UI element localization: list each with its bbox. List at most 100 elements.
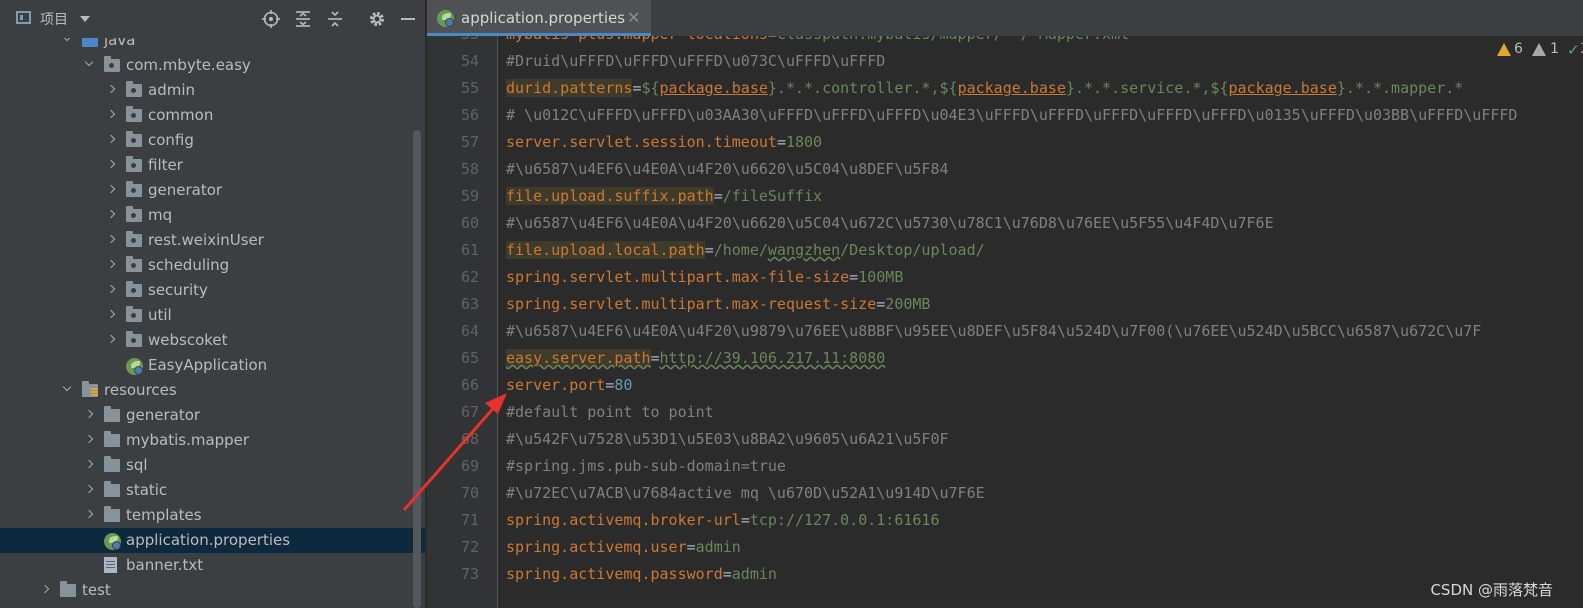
- line-number: 68: [460, 430, 479, 448]
- package-dot: [131, 263, 136, 268]
- tree-item-test[interactable]: test: [0, 578, 425, 603]
- chevron-down-icon[interactable]: [84, 57, 94, 67]
- tree-item-com-mbyte-easy[interactable]: com.mbyte.easy: [0, 53, 425, 78]
- code-line[interactable]: 66 server.port=80: [427, 372, 1583, 399]
- line-number: 66: [460, 376, 479, 394]
- chevron-right-icon[interactable]: [106, 184, 116, 194]
- code-line[interactable]: 56 # \u012C\uFFFD\uFFFD\u03AA30\uFFFD\uFF…: [427, 102, 1583, 129]
- code-line[interactable]: 65 easy.server.path=http://39.106.217.11:…: [427, 345, 1583, 372]
- chevron-right-icon[interactable]: [84, 459, 94, 469]
- code-token: =: [740, 511, 750, 529]
- code-token: /Desktop/upload/: [840, 241, 985, 259]
- collapse-all-icon[interactable]: [325, 9, 345, 29]
- chevron-right-icon[interactable]: [40, 584, 50, 594]
- inspection-widget[interactable]: 6 1 ✓ 3: [1453, 41, 1583, 61]
- code-content: server.port=80: [506, 372, 632, 399]
- code-line[interactable]: 63 spring.servlet.multipart.max-request-s…: [427, 291, 1583, 318]
- code-token: /fileSuffix: [722, 187, 823, 205]
- chevron-right-icon[interactable]: [106, 334, 116, 344]
- tree-item-admin[interactable]: admin: [0, 78, 425, 103]
- chevron-right-icon[interactable]: [84, 509, 94, 519]
- code-line[interactable]: 55 durid.patterns=${package.base}.*.*.con…: [427, 75, 1583, 102]
- code-line[interactable]: 59 file.upload.suffix.path=/fileSuffix: [427, 183, 1583, 210]
- editor-tab-bar: application.properties ✕: [427, 0, 1583, 36]
- code-line[interactable]: 58 #\u6587\u4EF6\u4E0A\u4F20\u6620\u5C04\…: [427, 156, 1583, 183]
- tree-item-label: generator: [126, 406, 201, 424]
- chevron-right-icon[interactable]: [106, 284, 116, 294]
- chevron-right-icon[interactable]: [106, 84, 116, 94]
- chevron-right-icon[interactable]: [106, 234, 116, 244]
- tree-item-mq[interactable]: mq: [0, 203, 425, 228]
- tree-item-common[interactable]: common: [0, 103, 425, 128]
- tree-item-generator[interactable]: generator: [0, 403, 425, 428]
- package-icon: [126, 281, 142, 297]
- code-line[interactable]: 64 #\u6587\u4EF6\u4E0A\u4F20\u9879\u76EE\…: [427, 318, 1583, 345]
- code-token: 80: [614, 376, 633, 394]
- gear-icon[interactable]: [367, 9, 387, 29]
- tree-item-templates[interactable]: templates: [0, 503, 425, 528]
- code-line[interactable]: 60 #\u6587\u4EF6\u4E0A\u4F20\u6620\u5C04\…: [427, 210, 1583, 237]
- chevron-right-icon[interactable]: [106, 259, 116, 269]
- code-line[interactable]: 57 server.servlet.session.timeout=1800: [427, 129, 1583, 156]
- tree-item-label: test: [82, 581, 111, 599]
- package-dot: [109, 63, 114, 68]
- locate-icon[interactable]: [261, 9, 281, 29]
- chevron-down-icon[interactable]: [62, 382, 72, 392]
- code-line[interactable]: 61 file.upload.local.path=/home/wangzhen/…: [427, 237, 1583, 264]
- chevron-down-icon[interactable]: [80, 16, 90, 22]
- code-token: =: [722, 565, 732, 583]
- tree-item-config[interactable]: config: [0, 128, 425, 153]
- tree-item-label: generator: [148, 181, 223, 199]
- chevron-right-icon[interactable]: [84, 434, 94, 444]
- tab-application-properties[interactable]: application.properties ✕: [427, 0, 651, 36]
- code-line[interactable]: 71 spring.activemq.broker-url=tcp://127.0…: [427, 507, 1583, 534]
- code-line[interactable]: 70 #\u72EC\u7ACB\u7684active mq \u670D\u5…: [427, 480, 1583, 507]
- line-number: 73: [460, 565, 479, 583]
- chevron-right-icon[interactable]: [106, 209, 116, 219]
- code-line[interactable]: 54 #Druid\uFFFD\uFFFD\uFFFD\u073C\uFFFD\u…: [427, 48, 1583, 75]
- tree-item-static[interactable]: static: [0, 478, 425, 503]
- tree-item-label: application.properties: [126, 531, 291, 549]
- code-line[interactable]: 67 #default point to point: [427, 399, 1583, 426]
- project-panel-header: 项目: [0, 0, 425, 38]
- code-token: # \u012C\uFFFD\uFFFD\u03AA30\uFFFD\uFFFD…: [506, 106, 1518, 124]
- tree-item-sql[interactable]: sql: [0, 453, 425, 478]
- chevron-right-icon[interactable]: [106, 159, 116, 169]
- chevron-right-icon[interactable]: [84, 409, 94, 419]
- code-token: tcp://127.0.0.1:61616: [749, 511, 940, 529]
- project-panel-title[interactable]: 项目: [40, 9, 68, 29]
- code-line[interactable]: 62 spring.servlet.multipart.max-file-size…: [427, 264, 1583, 291]
- tree-item-easyapplication[interactable]: EasyApplication: [0, 353, 425, 378]
- tree-item-label: com.mbyte.easy: [126, 56, 251, 74]
- code-token: spring.servlet.multipart.max-request-siz…: [506, 295, 877, 313]
- close-icon[interactable]: ✕: [627, 8, 640, 27]
- code-token: =: [776, 133, 786, 151]
- tree-item-banner-txt[interactable]: banner.txt: [0, 553, 425, 578]
- code-token: spring.activemq.user: [506, 538, 687, 556]
- package-dot: [131, 113, 136, 118]
- tree-item-webscoket[interactable]: webscoket: [0, 328, 425, 353]
- code-content: server.servlet.session.timeout=1800: [506, 129, 822, 156]
- chevron-right-icon[interactable]: [106, 109, 116, 119]
- tree-item-util[interactable]: util: [0, 303, 425, 328]
- tree-item-resources[interactable]: resources: [0, 378, 425, 403]
- expand-all-icon[interactable]: [293, 9, 313, 29]
- tree-item-generator[interactable]: generator: [0, 178, 425, 203]
- tree-item-filter[interactable]: filter: [0, 153, 425, 178]
- project-panel-scrollbar[interactable]: [413, 130, 421, 608]
- code-line[interactable]: 68 #\u542F\u7528\u53D1\u5E03\u8BA2\u9605\…: [427, 426, 1583, 453]
- code-token: #default point to point: [506, 403, 714, 421]
- line-number: 64: [460, 322, 479, 340]
- tree-item-mybatis-mapper[interactable]: mybatis.mapper: [0, 428, 425, 453]
- tree-item-scheduling[interactable]: scheduling: [0, 253, 425, 278]
- tree-item-rest-weixinuser[interactable]: rest.weixinUser: [0, 228, 425, 253]
- chevron-right-icon[interactable]: [106, 309, 116, 319]
- chevron-right-icon[interactable]: [84, 484, 94, 494]
- tree-item-security[interactable]: security: [0, 278, 425, 303]
- code-line[interactable]: 69 #spring.jms.pub-sub-domain=true: [427, 453, 1583, 480]
- tree-item-application-properties[interactable]: application.properties: [0, 528, 425, 553]
- hide-panel-icon[interactable]: [398, 9, 418, 29]
- code-line[interactable]: 73 spring.activemq.password=admin: [427, 561, 1583, 588]
- code-line[interactable]: 72 spring.activemq.user=admin: [427, 534, 1583, 561]
- chevron-right-icon[interactable]: [106, 134, 116, 144]
